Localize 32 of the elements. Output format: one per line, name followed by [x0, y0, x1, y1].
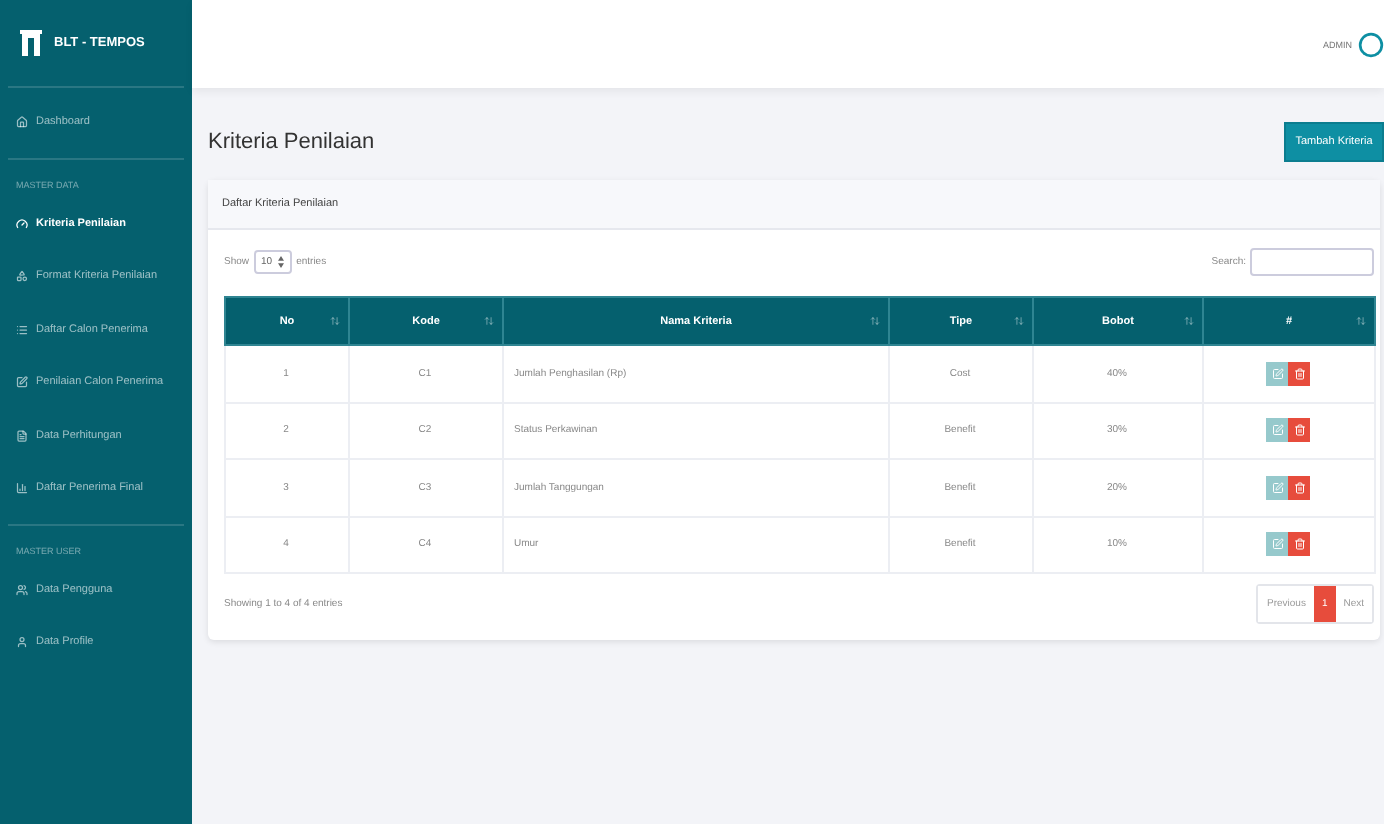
- shapes-icon: [16, 270, 28, 283]
- trash-icon: [1293, 367, 1305, 380]
- sort-icon: [484, 316, 494, 326]
- search-field[interactable]: [1250, 248, 1374, 276]
- sort-icon: [870, 316, 880, 326]
- gate-logo-icon: [20, 30, 42, 56]
- document-icon: [16, 429, 28, 442]
- trash-icon: [1293, 424, 1305, 437]
- delete-button[interactable]: [1288, 475, 1310, 500]
- sort-icon: [330, 316, 340, 326]
- edit-icon: [1271, 481, 1283, 494]
- pen-icon: [16, 376, 28, 389]
- delete-button[interactable]: [1288, 418, 1310, 443]
- edit-icon: [1271, 538, 1283, 551]
- sort-icon: [1014, 316, 1024, 326]
- delete-button[interactable]: [1288, 361, 1310, 386]
- edit-icon: [1271, 424, 1283, 437]
- gauge-icon: [16, 217, 28, 230]
- page-title: Kriteria Penilaian: [208, 130, 375, 154]
- sort-icon: [1184, 316, 1194, 326]
- trash-icon: [1293, 538, 1305, 551]
- updown-caret-icon: [278, 256, 285, 268]
- list-icon: [16, 323, 28, 336]
- delete-button[interactable]: [1288, 532, 1310, 557]
- user-icon: [16, 636, 28, 649]
- avatar-icon[interactable]: [1358, 31, 1384, 57]
- users-icon: [16, 583, 28, 596]
- edit-icon: [1271, 367, 1283, 380]
- sort-icon: [1356, 316, 1366, 326]
- bar-chart-icon: [16, 482, 28, 495]
- home-icon: [16, 116, 28, 129]
- trash-icon: [1293, 481, 1305, 494]
